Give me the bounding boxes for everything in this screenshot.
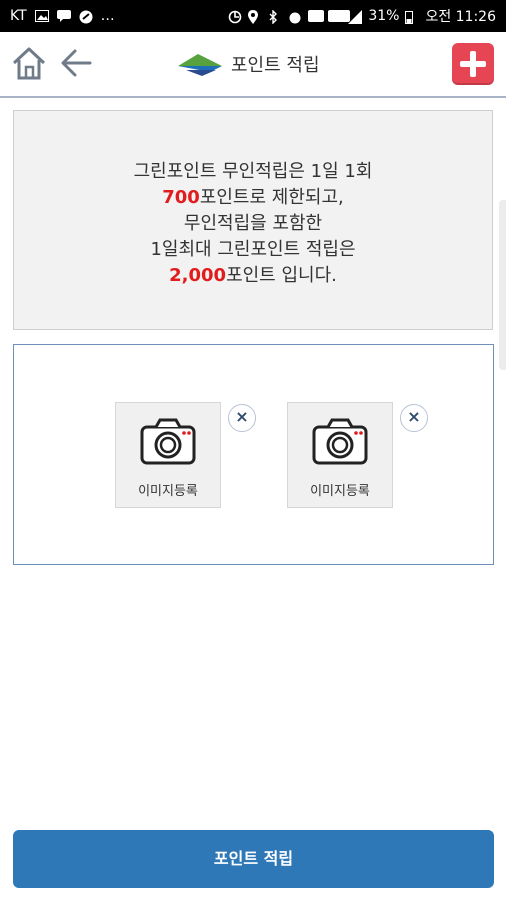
battery-icon <box>405 10 419 24</box>
hd-icon <box>308 10 325 22</box>
camera-icon <box>140 418 196 465</box>
image-slot-2-label: 이미지등록 <box>310 484 370 499</box>
edge-panel-handle[interactable] <box>499 200 506 370</box>
arrow-left-icon <box>61 49 92 77</box>
alarm-icon <box>288 10 302 24</box>
image-upload-area: 이미지등록 × 이미지등록 × <box>13 344 494 565</box>
daily-limit-value: 700 <box>162 187 200 208</box>
bluetooth-icon <box>268 9 282 25</box>
image-slot-1[interactable]: 이미지등록 <box>115 402 221 508</box>
location-icon <box>248 10 262 24</box>
remove-image-2-button[interactable]: × <box>400 404 428 432</box>
carrier-label: KT <box>10 8 27 24</box>
notice-line-4: 1일최대 그린포인트 적립은 <box>150 239 356 260</box>
notice-line-1: 그린포인트 무인적립은 1일 1회 <box>133 161 373 182</box>
logo-icon <box>176 50 224 78</box>
notice-line-2-text: 포인트로 제한되고, <box>199 187 344 208</box>
back-button[interactable] <box>58 44 96 82</box>
home-button[interactable] <box>10 44 48 82</box>
airplane-icon <box>79 10 93 24</box>
notice-line-5: 2,000포인트 입니다. <box>14 263 492 289</box>
camera-icon <box>312 418 368 465</box>
page-title: 포인트 적립 <box>231 55 320 76</box>
signal-icon <box>348 10 363 24</box>
image-icon <box>34 10 49 22</box>
earn-points-button[interactable]: 포인트 적립 <box>13 830 494 888</box>
message-icon <box>56 10 71 22</box>
notice-line-5-text: 포인트 입니다. <box>226 265 337 286</box>
sync-icon <box>228 10 242 24</box>
add-button[interactable] <box>452 43 494 85</box>
battery-label: 31% <box>368 8 400 24</box>
image-slot-1-label: 이미지등록 <box>138 484 198 499</box>
home-icon <box>12 47 46 80</box>
notice-line-2: 700포인트로 제한되고, <box>14 185 492 211</box>
notice-line-3: 무인적립을 포함한 <box>183 213 323 234</box>
lte-icon <box>328 10 351 22</box>
daily-max-value: 2,000 <box>169 265 227 286</box>
status-bar: KT … 31% 오전 11:26 <box>0 0 506 32</box>
app-header: 포인트 적립 <box>0 32 506 98</box>
image-slot-2[interactable]: 이미지등록 <box>287 402 393 508</box>
more-icon: … <box>100 8 115 24</box>
notice-box: 그린포인트 무인적립은 1일 1회 700포인트로 제한되고, 무인적립을 포함… <box>13 110 493 330</box>
time-label: 오전 11:26 <box>425 9 496 25</box>
remove-image-1-button[interactable]: × <box>228 404 256 432</box>
